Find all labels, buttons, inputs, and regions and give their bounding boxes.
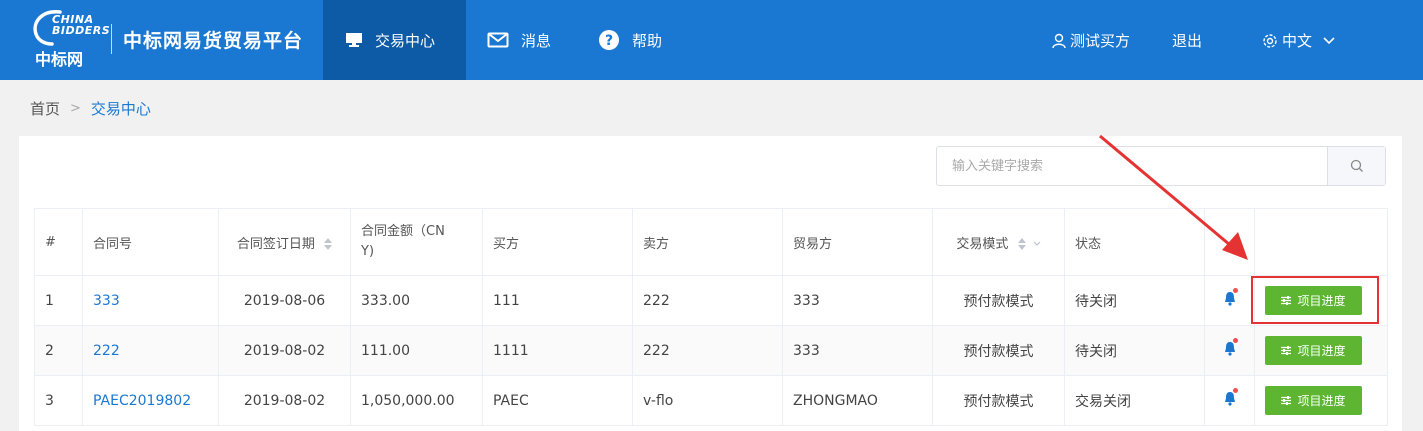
row-index: 2 xyxy=(34,325,83,376)
logo-english-text: CHINA BIDDERS xyxy=(52,13,111,37)
table-row: 3 PAEC2019802 2019-08-02 1,050,000.00 PA… xyxy=(34,375,1388,426)
column-header-status: 状态 xyxy=(1064,208,1205,276)
table-row: 1 333 2019-08-06 333.00 111 222 333 预付款模… xyxy=(34,275,1388,326)
nav-messages[interactable]: 消息 xyxy=(487,0,551,80)
column-header-amount: 合同金额（CN Y) xyxy=(350,208,483,276)
chevron-down-icon xyxy=(1323,36,1335,44)
notification-dot xyxy=(1232,387,1238,393)
monitor-icon xyxy=(345,32,363,48)
contracts-table: # 合同号 合同签订日期 合同金额（CN Y) 买方 卖方 贸易方 交易模式 状… xyxy=(34,208,1388,426)
filter-chevron-down-icon[interactable] xyxy=(1033,241,1041,247)
top-navigation-bar: CHINA BIDDERS 中标网 中标网易货贸易平台 交易中心 消息 ? 帮助… xyxy=(0,0,1423,80)
project-progress-button[interactable]: 项目进度 xyxy=(1265,336,1362,365)
sign-date: 2019-08-06 xyxy=(218,275,351,326)
contract-no-link[interactable]: PAEC2019802 xyxy=(93,393,191,409)
status-badge: 待关闭 xyxy=(1064,325,1205,376)
bell-icon[interactable] xyxy=(1222,387,1238,407)
sliders-icon xyxy=(1281,296,1292,305)
buyer-name: 1111 xyxy=(482,325,633,376)
column-header-sign-date[interactable]: 合同签订日期 xyxy=(218,208,351,276)
logout-link[interactable]: 退出 xyxy=(1172,30,1202,51)
column-header-sign-date-label: 合同签订日期 xyxy=(236,236,315,252)
row-index: 1 xyxy=(34,275,83,326)
nav-trade-center-label: 交易中心 xyxy=(375,31,436,50)
column-header-seller: 卖方 xyxy=(632,208,783,276)
trader-name: 333 xyxy=(782,325,933,376)
project-progress-button[interactable]: 项目进度 xyxy=(1265,386,1362,415)
contract-no-link[interactable]: 333 xyxy=(93,293,120,309)
column-header-buyer: 买方 xyxy=(482,208,633,276)
table-header-row: # 合同号 合同签订日期 合同金额（CN Y) 买方 卖方 贸易方 交易模式 状… xyxy=(34,208,1388,276)
bell-icon[interactable] xyxy=(1222,287,1238,307)
breadcrumb-home[interactable]: 首页 xyxy=(30,98,60,119)
trade-mode: 预付款模式 xyxy=(932,325,1065,376)
sort-icon[interactable] xyxy=(1017,238,1026,250)
seller-name: 222 xyxy=(632,275,783,326)
table-row: 2 222 2019-08-02 111.00 1111 222 333 预付款… xyxy=(34,325,1388,376)
status-badge: 交易关闭 xyxy=(1064,375,1205,426)
logo-chinese-text: 中标网 xyxy=(35,50,84,69)
logo-divider xyxy=(111,24,112,54)
column-header-action xyxy=(1254,208,1388,276)
column-header-trade-mode-label: 交易模式 xyxy=(956,236,1009,252)
seller-name: 222 xyxy=(632,325,783,376)
column-header-trade-mode[interactable]: 交易模式 xyxy=(932,208,1065,276)
search-icon xyxy=(1350,159,1363,172)
platform-title: 中标网易货贸易平台 xyxy=(123,30,304,52)
nav-help[interactable]: ? 帮助 xyxy=(598,0,662,80)
column-header-amount-line1: 合同金额（CN xyxy=(361,224,445,239)
mail-icon xyxy=(487,32,509,48)
status-badge: 待关闭 xyxy=(1064,275,1205,326)
search-input[interactable] xyxy=(937,147,1327,185)
trader-name: ZHONGMAO xyxy=(782,375,933,426)
svg-text:?: ? xyxy=(605,33,613,49)
trader-name: 333 xyxy=(782,275,933,326)
contract-amount: 333.00 xyxy=(350,275,483,326)
column-header-index: # xyxy=(34,208,83,276)
nav-help-label: 帮助 xyxy=(632,31,663,50)
trade-mode: 预付款模式 xyxy=(932,275,1065,326)
sort-icon[interactable] xyxy=(324,238,333,250)
column-header-trader: 贸易方 xyxy=(782,208,933,276)
contract-amount: 1,050,000.00 xyxy=(350,375,483,426)
row-index: 3 xyxy=(34,375,83,426)
contract-no-link[interactable]: 222 xyxy=(93,343,120,359)
column-header-amount-line2: Y) xyxy=(361,244,375,259)
seller-name: v-flo xyxy=(632,375,783,426)
bell-icon[interactable] xyxy=(1222,337,1238,357)
trade-mode: 预付款模式 xyxy=(932,375,1065,426)
breadcrumb: 首页 > 交易中心 xyxy=(30,98,151,119)
language-selector[interactable]: 中文 xyxy=(1262,30,1336,51)
contract-amount: 111.00 xyxy=(350,325,483,376)
help-icon: ? xyxy=(598,29,620,51)
user-menu[interactable]: 测试买方 xyxy=(1052,30,1130,51)
notification-dot xyxy=(1232,287,1238,293)
user-name: 测试买方 xyxy=(1070,32,1131,50)
language-label: 中文 xyxy=(1282,32,1313,50)
buyer-name: PAEC xyxy=(482,375,633,426)
project-progress-button[interactable]: 项目进度 xyxy=(1265,286,1362,315)
column-header-notify xyxy=(1204,208,1255,276)
buyer-name: 111 xyxy=(482,275,633,326)
project-progress-label: 项目进度 xyxy=(1297,394,1346,408)
china-bidders-logo[interactable]: CHINA BIDDERS 中标网 xyxy=(30,6,111,69)
sliders-icon xyxy=(1281,396,1292,405)
nav-messages-label: 消息 xyxy=(521,31,552,50)
sliders-icon xyxy=(1281,346,1292,355)
sign-date: 2019-08-02 xyxy=(218,375,351,426)
sign-date: 2019-08-02 xyxy=(218,325,351,376)
nav-trade-center[interactable]: 交易中心 xyxy=(323,0,466,80)
breadcrumb-separator-icon: > xyxy=(70,101,81,116)
project-progress-label: 项目进度 xyxy=(1297,344,1346,358)
notification-dot xyxy=(1232,337,1238,343)
column-header-contract-no: 合同号 xyxy=(82,208,219,276)
search-button[interactable] xyxy=(1327,147,1385,185)
breadcrumb-current[interactable]: 交易中心 xyxy=(91,98,151,119)
gear-icon xyxy=(1263,33,1277,48)
user-icon xyxy=(1052,33,1066,48)
project-progress-label: 项目进度 xyxy=(1297,294,1346,308)
search-box xyxy=(936,146,1386,186)
